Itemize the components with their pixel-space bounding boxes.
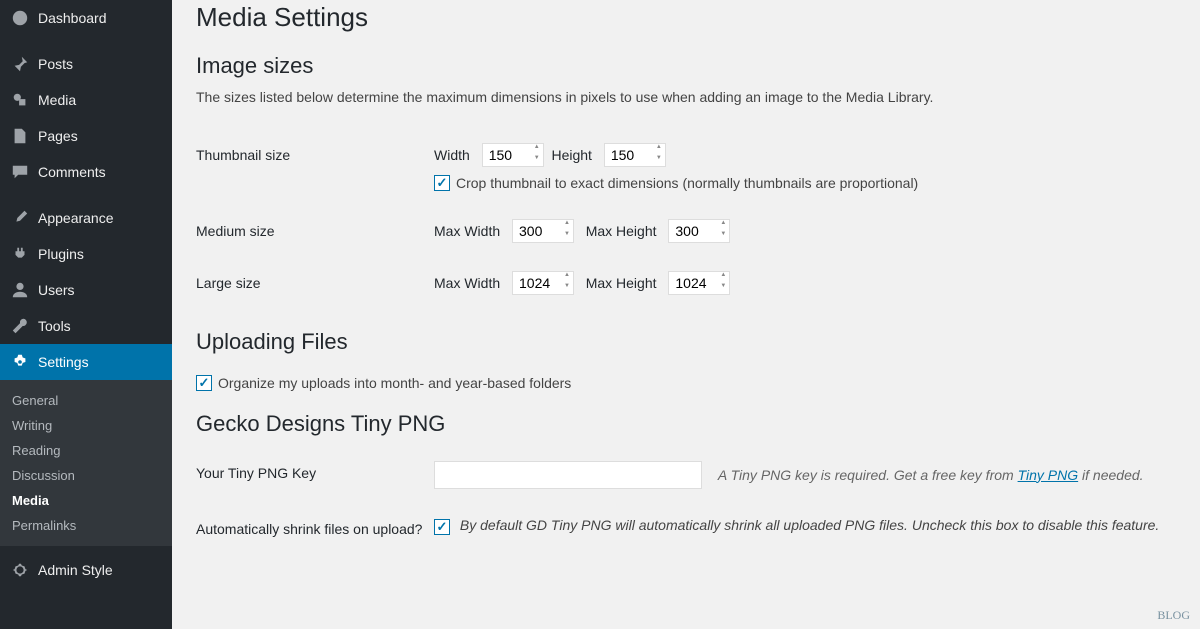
sidebar-item-media[interactable]: Media xyxy=(0,82,172,118)
sidebar-item-dashboard[interactable]: Dashboard xyxy=(0,0,172,36)
max-width-label: Max Width xyxy=(434,275,500,291)
media-icon xyxy=(10,90,30,110)
sidebar-item-label: Comments xyxy=(38,164,106,180)
medium-size-label: Medium size xyxy=(196,205,434,257)
dashboard-icon xyxy=(10,8,30,28)
watermark: BLOG xyxy=(1157,608,1190,623)
spinner-icon[interactable]: ▲▼ xyxy=(717,272,729,294)
sidebar-item-admin-style[interactable]: Admin Style xyxy=(0,552,172,588)
wrench-icon xyxy=(10,316,30,336)
admin-sidebar: Dashboard Posts Media Pages Comments App… xyxy=(0,0,172,629)
spinner-icon[interactable]: ▲▼ xyxy=(717,220,729,242)
max-height-label: Max Height xyxy=(586,275,657,291)
sidebar-item-label: Plugins xyxy=(38,246,84,262)
crop-thumbnail-label: Crop thumbnail to exact dimensions (norm… xyxy=(456,175,918,191)
image-sizes-table: Thumbnail size Width ▲▼ Height ▲▼ Crop t… xyxy=(196,129,1200,309)
crop-thumbnail-checkbox[interactable] xyxy=(434,175,450,191)
sidebar-item-posts[interactable]: Posts xyxy=(0,46,172,82)
sidebar-item-label: Appearance xyxy=(38,210,114,226)
max-height-label: Max Height xyxy=(586,223,657,239)
image-sizes-description: The sizes listed below determine the max… xyxy=(196,89,1200,105)
spinner-icon[interactable]: ▲▼ xyxy=(561,220,573,242)
settings-icon xyxy=(10,352,30,372)
max-width-label: Max Width xyxy=(434,223,500,239)
submenu-item-permalinks[interactable]: Permalinks xyxy=(0,513,172,538)
sidebar-item-settings[interactable]: Settings xyxy=(0,344,172,380)
pin-icon xyxy=(10,54,30,74)
auto-shrink-description: By default GD Tiny PNG will automaticall… xyxy=(460,517,1159,533)
sidebar-item-users[interactable]: Users xyxy=(0,272,172,308)
organize-uploads-checkbox[interactable] xyxy=(196,375,212,391)
sidebar-item-label: Tools xyxy=(38,318,71,334)
gear-icon xyxy=(10,560,30,580)
tiny-png-key-hint: A Tiny PNG key is required. Get a free k… xyxy=(718,467,1144,483)
sidebar-item-label: Pages xyxy=(38,128,78,144)
sidebar-item-appearance[interactable]: Appearance xyxy=(0,200,172,236)
tiny-png-key-label: Your Tiny PNG Key xyxy=(196,447,434,503)
tiny-png-table: Your Tiny PNG Key A Tiny PNG key is requ… xyxy=(196,447,1200,555)
page-icon xyxy=(10,126,30,146)
hint-text: A Tiny PNG key is required. Get a free k… xyxy=(718,467,1018,483)
sidebar-item-label: Admin Style xyxy=(38,562,113,578)
tiny-png-key-input[interactable] xyxy=(434,461,702,489)
brush-icon xyxy=(10,208,30,228)
page-title: Media Settings xyxy=(196,0,1200,33)
hint-text: if needed. xyxy=(1078,467,1143,483)
height-label: Height xyxy=(551,147,591,163)
sidebar-item-label: Settings xyxy=(38,354,89,370)
spinner-icon[interactable]: ▲▼ xyxy=(561,272,573,294)
thumbnail-size-label: Thumbnail size xyxy=(196,129,434,205)
sidebar-item-label: Posts xyxy=(38,56,73,72)
spinner-icon[interactable]: ▲▼ xyxy=(653,144,665,166)
submenu-item-writing[interactable]: Writing xyxy=(0,413,172,438)
section-tiny-png: Gecko Designs Tiny PNG xyxy=(196,411,1200,437)
organize-uploads-label: Organize my uploads into month- and year… xyxy=(218,375,571,391)
sidebar-item-comments[interactable]: Comments xyxy=(0,154,172,190)
content-area: Media Settings Image sizes The sizes lis… xyxy=(172,0,1200,629)
sidebar-item-tools[interactable]: Tools xyxy=(0,308,172,344)
width-label: Width xyxy=(434,147,470,163)
sidebar-item-label: Dashboard xyxy=(38,10,107,26)
comment-icon xyxy=(10,162,30,182)
section-image-sizes: Image sizes xyxy=(196,53,1200,79)
sidebar-item-pages[interactable]: Pages xyxy=(0,118,172,154)
sidebar-item-label: Media xyxy=(38,92,76,108)
auto-shrink-checkbox[interactable] xyxy=(434,519,450,535)
auto-shrink-label: Automatically shrink files on upload? xyxy=(196,503,434,555)
sidebar-item-plugins[interactable]: Plugins xyxy=(0,236,172,272)
section-uploading-files: Uploading Files xyxy=(196,329,1200,355)
submenu-item-discussion[interactable]: Discussion xyxy=(0,463,172,488)
tiny-png-link[interactable]: Tiny PNG xyxy=(1018,467,1079,483)
submenu-item-reading[interactable]: Reading xyxy=(0,438,172,463)
user-icon xyxy=(10,280,30,300)
submenu-item-media[interactable]: Media xyxy=(0,488,172,513)
settings-submenu: General Writing Reading Discussion Media… xyxy=(0,380,172,546)
submenu-item-general[interactable]: General xyxy=(0,388,172,413)
sidebar-item-label: Users xyxy=(38,282,75,298)
large-size-label: Large size xyxy=(196,257,434,309)
plug-icon xyxy=(10,244,30,264)
spinner-icon[interactable]: ▲▼ xyxy=(531,144,543,166)
